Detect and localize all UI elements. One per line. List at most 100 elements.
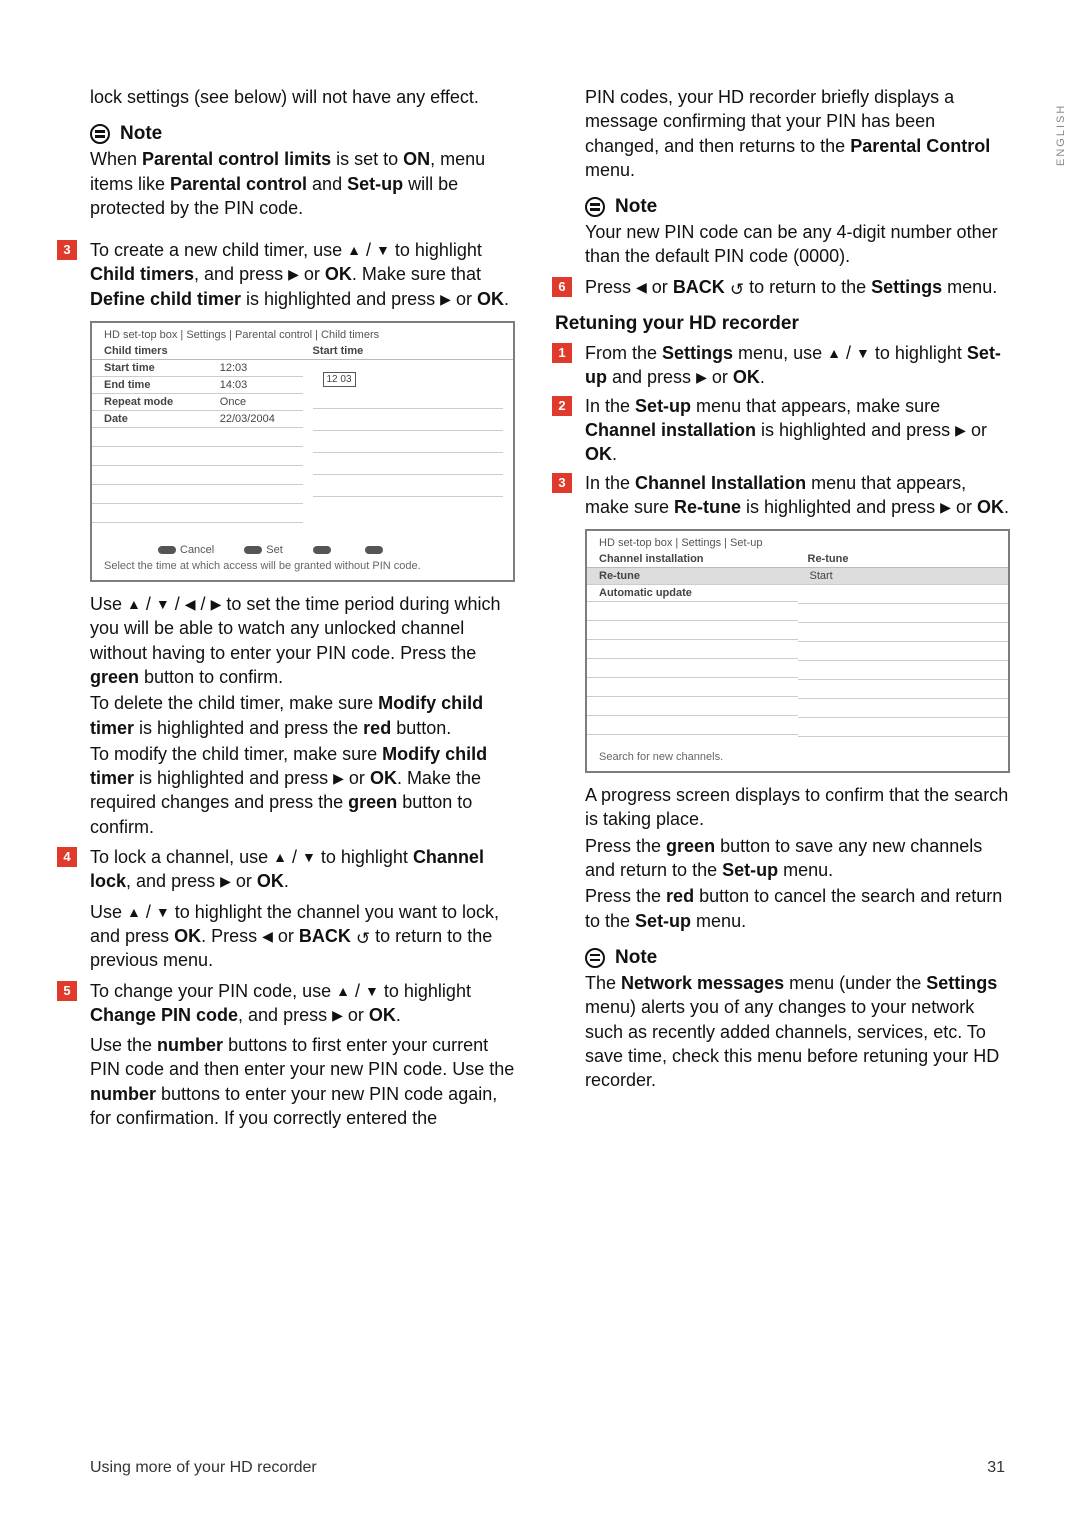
up-icon: ▲ (127, 597, 141, 611)
column-header: Re-tune (798, 551, 1009, 568)
table-row (587, 640, 798, 659)
table-row (587, 659, 798, 678)
note-title: Note (615, 947, 657, 969)
cancel-button: Cancel (158, 544, 214, 556)
right-icon: ▶ (440, 292, 451, 306)
note-title: Note (615, 196, 657, 218)
table-row (798, 680, 1009, 699)
note-body: The Network messages menu (under the Set… (555, 971, 1010, 1092)
right-column: PIN codes, your HD recorder briefly disp… (555, 85, 1010, 1132)
screenshot-child-timers: HD set-top box | Settings | Parental con… (90, 321, 515, 582)
table-row (587, 716, 798, 735)
table-row (798, 718, 1009, 737)
table-row (587, 602, 798, 621)
table-row: Start time12:03 (92, 360, 303, 377)
left-column: lock settings (see below) will not have … (60, 85, 515, 1132)
time-input: 12 03 (323, 372, 356, 387)
step-4: 4 To lock a channel, use ▲ / ▼ to highli… (60, 845, 515, 894)
right-icon: ▶ (211, 597, 222, 611)
right-icon: ▶ (288, 267, 299, 281)
table-row: End time14:03 (92, 377, 303, 394)
down-icon: ▼ (376, 243, 390, 257)
table-row: Automatic update (587, 585, 798, 602)
step-3: 3 To create a new child timer, use ▲ / ▼… (60, 238, 515, 311)
note-heading: Note (555, 947, 1010, 969)
table-row: Repeat modeOnce (92, 394, 303, 411)
body-text: Use ▲ / ▼ / ◀ / ▶ to set the time period… (60, 592, 515, 689)
breadcrumb: HD set-top box | Settings | Set-up (587, 531, 1008, 551)
step-number: 3 (552, 473, 572, 493)
back-icon: ↺ (730, 281, 744, 298)
body-text: A progress screen displays to confirm th… (555, 783, 1010, 832)
table-row (798, 642, 1009, 661)
note-body: Your new PIN code can be any 4-digit num… (555, 220, 1010, 269)
step-number: 4 (57, 847, 77, 867)
body-text: Use ▲ / ▼ to highlight the channel you w… (60, 900, 515, 973)
pill-icon (244, 546, 262, 554)
down-icon: ▼ (156, 597, 170, 611)
retune-step-2: 2 In the Set-up menu that appears, make … (555, 394, 1010, 467)
right-icon: ▶ (333, 771, 344, 785)
body-text: Press the red button to cancel the searc… (555, 884, 1010, 933)
blank-button (365, 544, 387, 556)
down-icon: ▼ (856, 346, 870, 360)
child-timer-table: Start time12:03 End time14:03 Repeat mod… (92, 360, 303, 523)
left-icon: ◀ (262, 929, 273, 943)
body-text: Use the number buttons to first enter yo… (60, 1033, 515, 1130)
table-row (798, 699, 1009, 718)
note-title: Note (120, 123, 162, 145)
retune-step-1: 1 From the Settings menu, use ▲ / ▼ to h… (555, 341, 1010, 390)
up-icon: ▲ (347, 243, 361, 257)
up-icon: ▲ (827, 346, 841, 360)
note-body: When Parental control limits is set to O… (60, 147, 515, 220)
language-tab: ENGLISH (1045, 90, 1080, 180)
step-number: 6 (552, 277, 572, 297)
note-heading: Note (60, 123, 515, 145)
body-text: PIN codes, your HD recorder briefly disp… (555, 85, 1010, 182)
step-number: 5 (57, 981, 77, 1001)
table-row (798, 623, 1009, 642)
table-row: Date22/03/2004 (92, 411, 303, 428)
section-heading: Retuning your HD recorder (555, 313, 1010, 335)
body-text: Press the green button to save any new c… (555, 834, 1010, 883)
pill-icon (313, 546, 331, 554)
down-icon: ▼ (156, 905, 170, 919)
table-row (92, 428, 303, 447)
right-icon: ▶ (955, 423, 966, 437)
note-icon (585, 197, 605, 217)
retune-table: Re-tune Automatic update (587, 568, 798, 735)
step-6: 6 Press ◀ or BACK ↺ to return to the Set… (555, 275, 1010, 299)
step-number: 3 (57, 240, 77, 260)
table-row (92, 447, 303, 466)
right-icon: ▶ (220, 874, 231, 888)
step-5: 5 To change your PIN code, use ▲ / ▼ to … (60, 979, 515, 1028)
table-row (92, 504, 303, 523)
pill-icon (158, 546, 176, 554)
retune-step-3: 3 In the Channel Installation menu that … (555, 471, 1010, 520)
step-number: 2 (552, 396, 572, 416)
table-row (798, 585, 1009, 604)
column-header: Start time (303, 343, 514, 360)
table-row (92, 485, 303, 504)
table-row (798, 661, 1009, 680)
up-icon: ▲ (273, 850, 287, 864)
set-button: Set (244, 544, 283, 556)
table-row: Re-tune (587, 568, 798, 585)
blank-button (313, 544, 335, 556)
left-icon: ◀ (185, 597, 196, 611)
pill-icon (365, 546, 383, 554)
button-bar: Cancel Set (92, 538, 513, 558)
hint-text: Search for new channels. (587, 749, 1008, 771)
step-number: 1 (552, 343, 572, 363)
table-row (587, 621, 798, 640)
table-row (587, 678, 798, 697)
page-number: 31 (987, 1459, 1005, 1477)
hint-text: Select the time at which access will be … (92, 558, 513, 580)
up-icon: ▲ (336, 984, 350, 998)
down-icon: ▼ (302, 850, 316, 864)
manual-page: ENGLISH lock settings (see below) will n… (0, 0, 1080, 1527)
note-heading: Note (555, 196, 1010, 218)
footer-title: Using more of your HD recorder (90, 1459, 317, 1477)
body-text: To delete the child timer, make sure Mod… (60, 691, 515, 740)
left-icon: ◀ (636, 280, 647, 294)
